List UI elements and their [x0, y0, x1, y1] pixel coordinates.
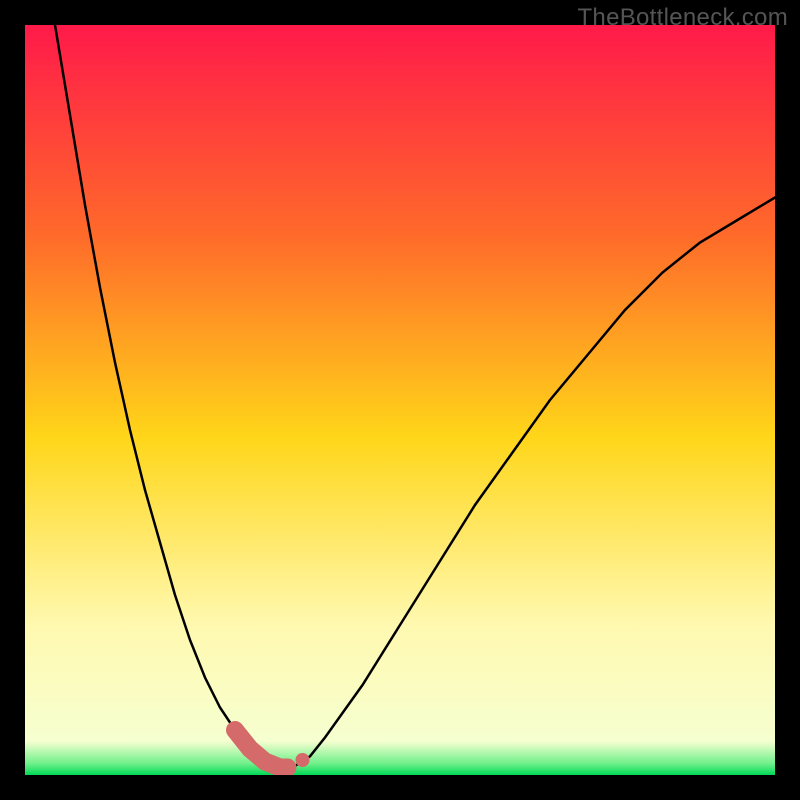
bottleneck-chart: [25, 25, 775, 775]
chart-frame: [25, 25, 775, 775]
heatmap-background: [25, 25, 775, 775]
highlight-dot: [296, 753, 310, 767]
